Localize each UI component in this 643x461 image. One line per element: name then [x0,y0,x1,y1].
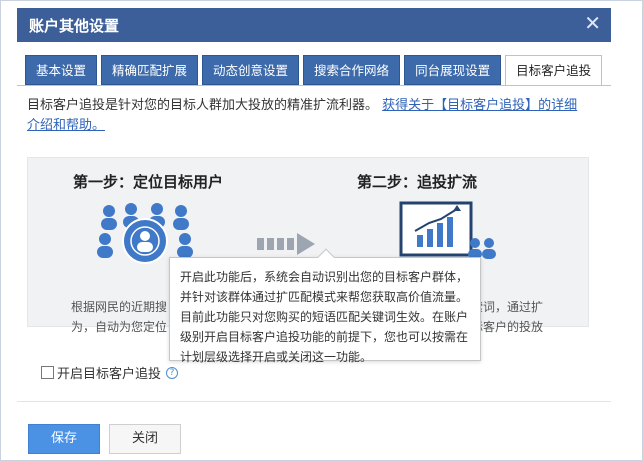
tooltip-line: 并针对该群体通过扩匹配模式来帮您获取高价值流量。 [180,290,469,304]
tooltip-line: 级别开启目标客户追投功能的前提下，您也可以按需在 [180,330,469,344]
help-tooltip: 开启此功能后，系统会自动识别出您的目标客户群体， 并针对该群体通过扩匹配模式来帮… [169,248,481,364]
question-icon[interactable]: ? [166,366,179,379]
tooltip-line: 计划层级选择开启或关闭这一功能。 [180,350,373,364]
close-icon[interactable]: ✕ [584,11,601,35]
tab-divider [17,85,611,86]
tab-search-partner-network[interactable]: 搜索合作网络 [303,55,401,85]
step1-title: 第一步：定位目标用户 [73,173,224,191]
step2-description: 索词，通过扩 标客户的投放 [471,297,571,337]
save-button[interactable]: 保存 [28,424,100,454]
tab-exact-match-extension[interactable]: 精确匹配扩展 [101,55,199,85]
footer-divider [17,401,611,402]
close-button[interactable]: 关闭 [109,424,181,454]
tab-basic-settings[interactable]: 基本设置 [25,55,98,85]
tooltip-line: 开启此功能后，系统会自动识别出您的目标客户群体， [180,270,469,284]
enable-retargeting-option: 开启目标客户追投 ? [41,363,179,382]
arrow-icon [257,233,315,255]
step2-title: 第二步：追投扩流 [357,173,478,191]
tab-dynamic-creative-settings[interactable]: 动态创意设置 [202,55,300,85]
tooltip-line: 目前此功能只对您购买的短语匹配关键词生效。在账户 [180,310,469,324]
step1-description-line: 为，自动为您定位 [71,320,168,334]
dialog-title: 账户其他设置 [29,17,120,35]
enable-retargeting-label[interactable]: 开启目标客户追投 [57,363,161,382]
step2-description-line: 标客户的投放 [471,320,544,334]
step1-description-line: 根据网民的近期搜 [71,300,168,314]
tab-same-stage-display[interactable]: 同台展现设置 [404,55,502,85]
tab-bar: 基本设置 精确匹配扩展 动态创意设置 搜索合作网络 同台展现设置 目标客户追投 [25,55,606,86]
enable-retargeting-checkbox[interactable] [41,366,54,379]
intro-description: 目标客户追投是针对您的目标人群加大投放的精准扩流利器。 [27,98,379,113]
step1-description: 根据网民的近期搜 为，自动为您定位 [71,297,171,337]
dialog-titlebar: 账户其他设置 ✕ [17,8,611,42]
intro-text: 目标客户追投是针对您的目标人群加大投放的精准扩流利器。 获得关于【目标客户追投】… [27,96,587,136]
tab-target-customer-retargeting[interactable]: 目标客户追投 [505,55,603,86]
step2-description-line: 索词，通过扩 [471,300,544,314]
settings-dialog: 账户其他设置 ✕ 基本设置 精确匹配扩展 动态创意设置 搜索合作网络 同台展现设… [0,0,643,461]
